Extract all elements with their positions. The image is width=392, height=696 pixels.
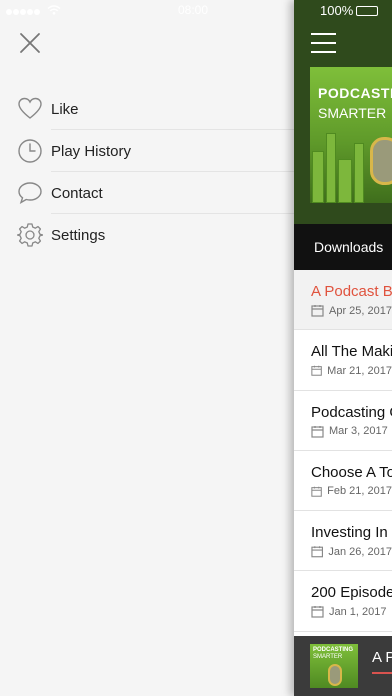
- episode-row[interactable]: Investing In Jan 26, 2017: [294, 511, 392, 572]
- hamburger-menu-icon[interactable]: [311, 33, 336, 53]
- menu-item-label: Settings: [51, 226, 106, 244]
- clock-icon: [17, 138, 43, 164]
- downloads-tab[interactable]: Downloads: [294, 224, 392, 270]
- close-icon[interactable]: [17, 30, 43, 56]
- episode-date: Jan 1, 2017: [311, 605, 392, 619]
- gear-icon: [17, 222, 43, 248]
- now-playing-title: A Podcast Blueprint: [372, 649, 392, 666]
- chat-bubble-icon: [17, 180, 43, 206]
- menu-item-label: Like: [51, 100, 79, 118]
- artwork-subtitle: SMARTER: [318, 105, 387, 121]
- episode-date-text: Jan 26, 2017: [328, 545, 392, 558]
- episode-date: Feb 21, 2017: [311, 485, 392, 498]
- calendar-icon: [311, 305, 324, 317]
- episode-row[interactable]: 200 Episodes Jan 1, 2017: [294, 571, 392, 632]
- menu-item-label: Play History: [51, 142, 132, 160]
- main-panel: 100% PODCASTING SMARTER Downloads A Podc…: [294, 0, 392, 696]
- episode-date-text: Mar 21, 2017: [327, 364, 392, 377]
- microphone-icon: [370, 137, 392, 185]
- heart-icon: [17, 96, 43, 122]
- calendar-icon: [311, 486, 322, 497]
- now-playing-bar[interactable]: PODCASTING SMARTER A Podcast Blueprint: [294, 636, 392, 696]
- episode-title: Choose A Topic: [311, 463, 392, 481]
- episode-row[interactable]: Choose A Topic Feb 21, 2017: [294, 451, 392, 512]
- menu-item-settings[interactable]: Settings: [0, 214, 294, 256]
- menu-item-play-history[interactable]: Play History: [0, 130, 294, 172]
- drawer-menu: Like Play History Contact Settings: [0, 88, 294, 256]
- episode-date: Apr 25, 2017: [311, 304, 392, 317]
- episode-title: Podcasting Gear: [311, 403, 392, 421]
- battery-percent: 100%: [320, 3, 354, 18]
- episode-title: Investing In: [311, 524, 388, 542]
- thumbnail-subtitle: SMARTER: [313, 654, 343, 660]
- episode-date: Jan 26, 2017: [311, 545, 392, 558]
- status-bar-right: 100%: [320, 3, 379, 18]
- episode-title: A Podcast Blueprint: [311, 283, 392, 300]
- calendar-icon: [311, 366, 322, 377]
- calendar-icon: [311, 546, 323, 558]
- side-drawer: 08:00 Like Play History Contact Settings: [0, 0, 294, 696]
- thumbnail-title: PODCASTING: [313, 647, 354, 653]
- episode-date: Mar 3, 2017: [311, 425, 392, 438]
- menu-item-label: Contact: [51, 184, 103, 202]
- episode-date-text: Feb 21, 2017: [327, 485, 392, 498]
- status-bar-left: [6, 3, 61, 19]
- calendar-icon: [311, 606, 324, 619]
- status-time: 08:00: [178, 3, 209, 17]
- episode-date-text: Mar 3, 2017: [329, 425, 388, 438]
- microphone-icon: [328, 664, 342, 686]
- podcast-header: 100% PODCASTING SMARTER: [294, 0, 392, 224]
- episode-row[interactable]: All The Makings Mar 21, 2017: [294, 330, 392, 391]
- calendar-icon: [311, 425, 324, 438]
- menu-item-like[interactable]: Like: [0, 88, 294, 130]
- battery-icon: [356, 5, 379, 16]
- menu-item-contact[interactable]: Contact: [0, 172, 294, 214]
- episode-date: Mar 21, 2017: [311, 364, 392, 377]
- wifi-icon: [47, 4, 61, 18]
- episode-row[interactable]: A Podcast Blueprint Apr 25, 2017: [294, 270, 392, 331]
- episode-title: 200 Episodes: [311, 584, 392, 602]
- episode-date-text: Jan 1, 2017: [329, 605, 387, 618]
- playback-progress: [372, 672, 392, 674]
- now-playing-thumbnail: PODCASTING SMARTER: [310, 644, 358, 688]
- podcast-artwork: PODCASTING SMARTER: [310, 67, 392, 203]
- episode-title: All The Makings: [311, 343, 392, 361]
- episode-list: A Podcast Blueprint Apr 25, 2017 All The…: [294, 270, 392, 632]
- artwork-title: PODCASTING: [318, 85, 392, 101]
- episode-date-text: Apr 25, 2017: [329, 304, 392, 317]
- episode-row[interactable]: Podcasting Gear Mar 3, 2017: [294, 391, 392, 451]
- signal-dots: [6, 4, 41, 18]
